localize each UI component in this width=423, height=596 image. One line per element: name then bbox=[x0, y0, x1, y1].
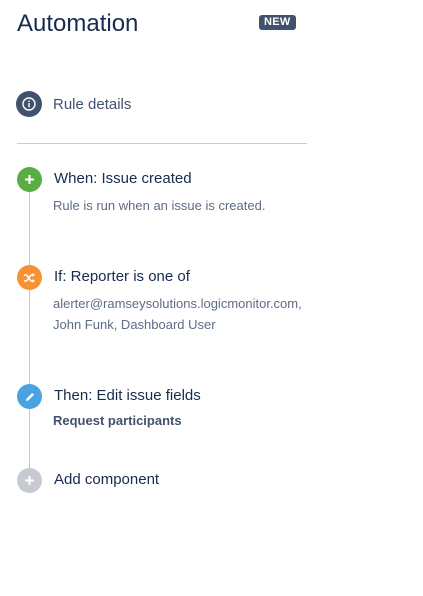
trigger-title[interactable]: When: Issue created bbox=[54, 170, 192, 187]
condition-description: alerter@ramseysolutions.logicmonitor.com… bbox=[53, 296, 302, 332]
add-component-label[interactable]: Add component bbox=[54, 471, 159, 488]
page-title: Automation bbox=[17, 10, 139, 37]
shuffle-icon bbox=[17, 265, 42, 290]
divider bbox=[17, 143, 307, 144]
plus-icon bbox=[17, 167, 42, 192]
condition-title[interactable]: If: Reporter is one of bbox=[54, 268, 190, 285]
plus-icon bbox=[17, 468, 42, 493]
new-badge: NEW bbox=[259, 15, 296, 30]
action-title[interactable]: Then: Edit issue fields bbox=[54, 387, 201, 404]
rule-details-link[interactable]: Rule details bbox=[16, 91, 131, 117]
pencil-icon bbox=[17, 384, 42, 409]
trigger-description: Rule is run when an issue is created. bbox=[53, 198, 266, 213]
info-icon bbox=[16, 91, 42, 117]
timeline-connector bbox=[29, 180, 30, 480]
rule-details-label: Rule details bbox=[53, 95, 132, 113]
action-description: Request participants bbox=[53, 413, 182, 428]
